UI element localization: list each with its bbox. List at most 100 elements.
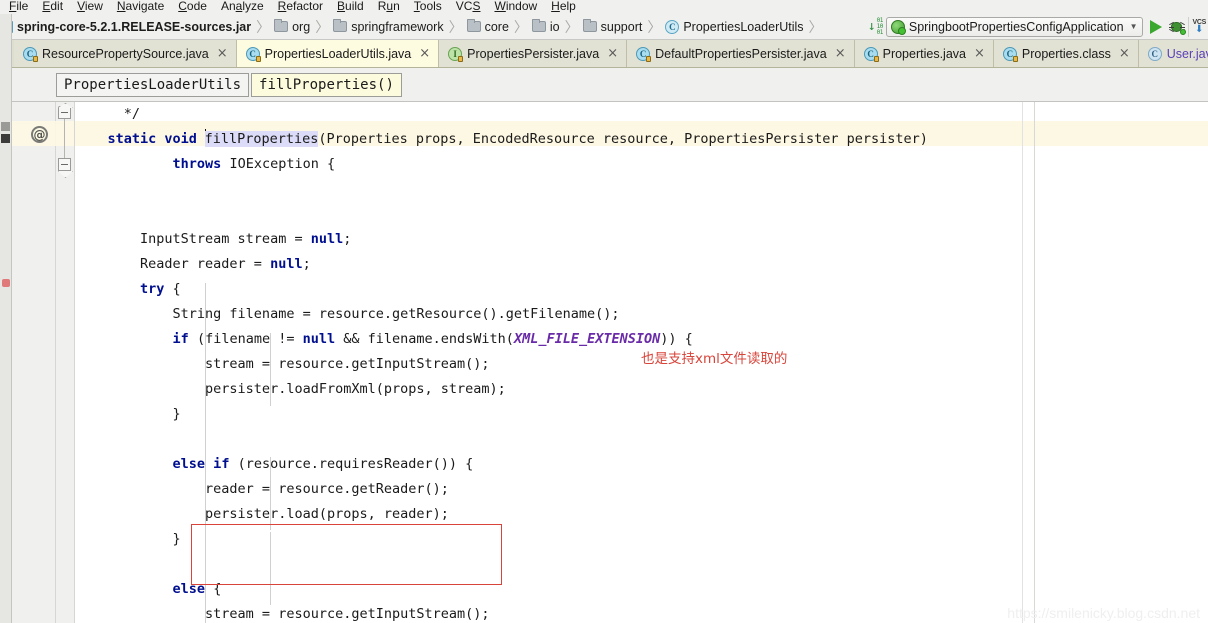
breadcrumb-separator: 〉 [513,19,528,36]
code-line: Reader reader = null; [75,252,1208,277]
class-file-icon: C [23,46,38,62]
fold-marker-collapse-top[interactable] [58,106,71,119]
breadcrumb-label: org [292,19,311,34]
close-icon[interactable]: × [1119,47,1130,60]
member-breadcrumb: PropertiesLoaderUtils fillProperties() [0,68,1208,102]
menu-item-help[interactable]: Help [544,0,583,13]
menu-item-refactor[interactable]: Refactor [271,0,330,13]
breadcrumb-label: PropertiesLoaderUtils [683,19,804,34]
code-line: static void fillProperties(Properties pr… [75,127,1208,152]
close-icon[interactable]: × [974,47,985,60]
run-toolbar: ↓ 01 10 01 SpringbootPropertiesConfigAppli… [868,14,1208,39]
editor-tab-propertiespersister-java[interactable]: I PropertiesPersister.java × [439,40,628,67]
compile-icon[interactable]: ↓ 01 10 01 [868,17,884,36]
lock-icon [255,55,261,62]
folder-icon [531,19,546,32]
vcs-update-icon[interactable]: VCS ⬇ [1187,16,1206,37]
menu-item-navigate[interactable]: Navigate [110,0,171,13]
editor-gutter[interactable] [12,102,56,623]
debug-icon[interactable] [1168,19,1186,35]
keyword-token: else if [172,456,230,472]
fold-marker-collapse-bottom[interactable] [58,158,71,171]
code-area[interactable]: */ static void fillProperties(Properties… [75,102,1208,623]
lock-icon [33,55,38,62]
breadcrumb-label: core [484,19,509,34]
breadcrumb-item-io[interactable]: io [531,19,562,34]
keyword-token: throws [172,156,222,172]
breadcrumb-separator: 〉 [315,19,330,36]
bookmark-icon[interactable] [2,279,10,287]
code-line: InputStream stream = null; [75,227,1208,252]
tab-label: User.java [1166,46,1208,61]
watermark: https://smilenicky.blog.csdn.net [1007,605,1200,621]
tool-window-marker-1[interactable] [1,122,10,131]
code-token: stream = resource.getInputStream(); [75,606,490,622]
keyword-token: try [140,281,165,297]
breadcrumb-item-spring-core-5-2-1-release-sources-jar[interactable]: spring-core-5.2.1.RELEASE-sources.jar [4,20,253,34]
breadcrumb-item-propertiesloaderutils[interactable]: C PropertiesLoaderUtils [665,19,805,34]
code-token: } [75,406,181,422]
editor-tab-bar: C ResourcePropertySource.java × C Properties… [0,40,1208,68]
close-icon[interactable]: × [607,47,618,60]
code-token: String filename = resource.getResource()… [75,306,620,322]
code-line: try { [75,277,1208,302]
folder-icon [274,19,289,32]
breadcrumb-separator: 〉 [564,19,579,36]
selected-identifier: fillProperties [204,131,319,147]
code-token: } [75,531,181,547]
breadcrumb-separator: 〉 [448,19,463,36]
code-line: */ [75,102,1208,127]
tab-label: DefaultPropertiesPersister.java [655,46,827,61]
tool-window-marker-2[interactable] [1,134,10,143]
breadcrumb-item-org[interactable]: org [274,19,312,34]
chevron-down-icon[interactable]: ▼ [1128,22,1138,31]
menu-item-code[interactable]: Code [171,0,214,13]
class-file-icon: C [1147,46,1162,61]
close-icon[interactable]: × [835,47,846,60]
breadcrumb-class[interactable]: PropertiesLoaderUtils [56,72,250,97]
folder-icon [466,19,481,32]
close-icon[interactable]: × [217,47,228,60]
breadcrumb: spring-core-5.2.1.RELEASE-sources.jar 〉 or… [0,17,827,37]
code-token: persister.loadFromXml(props, stream); [75,381,506,397]
editor-tab-propertiesloaderutils-java[interactable]: C PropertiesLoaderUtils.java × [236,40,440,67]
menu-item-analyze[interactable]: Analyze [214,0,271,13]
code-token: persister.load(props, reader); [75,506,449,522]
menu-item-window[interactable]: Window [487,0,544,13]
menu-item-file[interactable]: File [2,0,35,13]
breadcrumb-separator: 〉 [647,19,662,36]
editor-tab-defaultpropertiespersister-java[interactable]: C DefaultPropertiesPersister.java × [627,40,855,67]
menu-item-vcs[interactable]: VCS [449,0,488,13]
code-line: String filename = resource.getResource()… [75,302,1208,327]
menu-item-view[interactable]: View [70,0,110,13]
editor-tab-properties-class[interactable]: C Properties.class × [993,40,1139,67]
keyword-token: null [270,256,303,272]
code-line: } [75,402,1208,427]
close-icon[interactable]: × [419,47,430,60]
keyword-token: null [310,231,344,247]
menu-item-edit[interactable]: Edit [35,0,70,13]
editor-tab-properties-java[interactable]: C Properties.java × [854,40,994,67]
menu-item-run[interactable]: Run [371,0,407,13]
breadcrumb-item-core[interactable]: core [466,19,511,34]
breadcrumb-separator: 〉 [808,19,823,36]
menu-item-build[interactable]: Build [330,0,371,13]
run-icon[interactable] [1149,19,1162,34]
keyword-token: null [302,331,336,347]
editor-tab-resourcepropertysource-java[interactable]: C ResourcePropertySource.java × [14,40,237,67]
run-configuration-selector[interactable]: SpringbootPropertiesConfigApplication ▼ [885,16,1143,37]
left-tool-window-bar: Project Structure [0,14,12,623]
annotation-gutter-icon[interactable]: @ [31,126,48,143]
indent-guide [205,406,206,623]
menu-item-tools[interactable]: Tools [407,0,449,13]
lock-icon [646,55,652,62]
editor-tab-user-java[interactable]: CUser.java× [1138,40,1208,67]
breadcrumb-method[interactable]: fillProperties() [251,72,402,97]
breadcrumb-item-springframework[interactable]: springframework [333,19,445,34]
lock-icon [458,55,464,62]
breadcrumb-item-support[interactable]: support [582,19,645,34]
